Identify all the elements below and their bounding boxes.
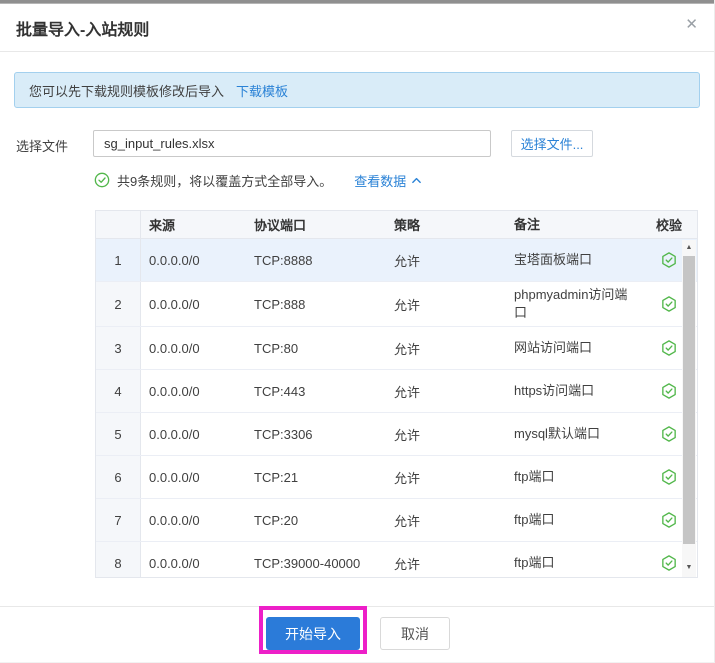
success-circle-check-icon (94, 172, 110, 188)
scroll-down-icon[interactable]: ▼ (682, 560, 696, 574)
file-picker-label: 选择文件 (16, 139, 69, 154)
table-row: 4 0.0.0.0/0 TCP:443 允许 https访问端口 (96, 370, 697, 413)
cell-policy: 允许 (386, 239, 506, 281)
row-index: 5 (96, 413, 141, 455)
table-body: 1 0.0.0.0/0 TCP:8888 允许 宝塔面板端口 2 0.0.0.0… (96, 239, 697, 577)
cell-source: 0.0.0.0/0 (149, 426, 200, 442)
valid-hexagon-check-icon (662, 340, 676, 356)
cell-remark: ftp端口 (514, 512, 555, 527)
cell-source: 0.0.0.0/0 (149, 555, 200, 571)
cell-port: TCP:20 (254, 512, 299, 528)
valid-hexagon-check-icon (662, 252, 676, 268)
table-row: 2 0.0.0.0/0 TCP:888 允许 phpmyadmin访问端口 (96, 282, 697, 327)
table-row: 5 0.0.0.0/0 TCP:3306 允许 mysql默认端口 (96, 413, 697, 456)
valid-hexagon-check-icon (662, 426, 676, 442)
download-template-link[interactable]: 下载模板 (236, 81, 288, 100)
cell-port: TCP:8888 (246, 239, 386, 281)
cell-port: TCP:21 (254, 469, 299, 485)
cell-remark: phpmyadmin访问端口 (514, 287, 628, 320)
header-port: 协议端口 (254, 218, 307, 233)
valid-hexagon-check-icon (662, 296, 676, 312)
scroll-up-icon[interactable]: ▲ (682, 240, 696, 254)
view-data-label: 查看数据 (354, 173, 407, 189)
cell-policy: 允许 (394, 341, 421, 357)
cell-remark: ftp端口 (514, 555, 555, 570)
cell-source: 0.0.0.0/0 (149, 512, 200, 528)
cancel-button[interactable]: 取消 (380, 617, 450, 650)
table-row: 6 0.0.0.0/0 TCP:21 允许 ftp端口 (96, 456, 697, 499)
cell-source: 0.0.0.0/0 (149, 296, 200, 312)
table-header-row: 来源 协议端口 策略 备注 校验 (96, 211, 697, 239)
cell-port: TCP:80 (254, 340, 299, 356)
dialog-title: 批量导入-入站规则 (16, 22, 150, 39)
cell-policy: 允许 (394, 297, 421, 313)
cell-remark: https访问端口 (514, 383, 595, 398)
cell-policy: 允许 (394, 513, 421, 529)
table-row: 3 0.0.0.0/0 TCP:80 允许 网站访问端口 (96, 327, 697, 370)
valid-hexagon-check-icon (662, 383, 676, 399)
scrollbar-thumb[interactable] (683, 256, 695, 544)
rules-preview-table: 来源 协议端口 策略 备注 校验 1 0.0.0.0/0 TCP:8888 允许… (95, 210, 698, 578)
cell-remark: ftp端口 (514, 469, 555, 484)
header-remark: 备注 (514, 216, 541, 232)
chevron-up-icon (412, 177, 422, 183)
cell-source: 0.0.0.0/0 (149, 469, 200, 485)
summary-text: 共9条规则，将以覆盖方式全部导入。 (117, 173, 333, 189)
footer-divider (0, 606, 714, 607)
header-check: 校验 (656, 218, 683, 233)
row-index: 4 (96, 370, 141, 412)
view-data-link[interactable]: 查看数据 (354, 171, 422, 190)
header-source: 来源 (149, 218, 176, 233)
cell-policy: 允许 (394, 556, 421, 572)
cell-policy: 允许 (394, 470, 421, 486)
close-icon[interactable]: ✕ (685, 16, 698, 34)
valid-hexagon-check-icon (662, 555, 676, 571)
template-hint-banner: 您可以先下载规则模板修改后导入 下载模板 (14, 72, 700, 108)
row-index: 6 (96, 456, 141, 498)
header-policy: 策略 (394, 218, 421, 233)
cell-source: 0.0.0.0/0 (141, 239, 246, 281)
table-scrollbar[interactable]: ▲ ▼ (682, 240, 696, 577)
window-edge-strip (0, 0, 714, 4)
table-row: 8 0.0.0.0/0 TCP:39000-40000 允许 ftp端口 (96, 542, 697, 577)
batch-import-dialog: 批量导入-入站规则 ✕ 您可以先下载规则模板修改后导入 下载模板 选择文件 选择… (0, 0, 715, 663)
cell-remark: 网站访问端口 (514, 340, 593, 355)
cell-source: 0.0.0.0/0 (149, 340, 200, 356)
row-index: 7 (96, 499, 141, 541)
cell-source: 0.0.0.0/0 (149, 383, 200, 399)
cell-policy: 允许 (394, 384, 421, 400)
cell-port: TCP:443 (254, 383, 306, 399)
valid-hexagon-check-icon (662, 469, 676, 485)
header-index (96, 211, 141, 238)
import-summary: 共9条规则，将以覆盖方式全部导入。 查看数据 (94, 171, 422, 189)
cell-policy: 允许 (394, 427, 421, 443)
table-row: 7 0.0.0.0/0 TCP:20 允许 ftp端口 (96, 499, 697, 542)
browse-file-button[interactable]: 选择文件... (511, 130, 593, 157)
cell-remark: 宝塔面板端口 (506, 239, 646, 281)
row-index: 2 (96, 282, 141, 326)
header-divider (0, 51, 714, 52)
row-index: 8 (96, 542, 141, 577)
start-import-button[interactable]: 开始导入 (266, 617, 360, 650)
cell-port: TCP:39000-40000 (254, 555, 361, 571)
row-index: 3 (96, 327, 141, 369)
cell-remark: mysql默认端口 (514, 426, 600, 441)
banner-message: 您可以先下载规则模板修改后导入 (29, 83, 225, 99)
cell-port: TCP:3306 (254, 426, 313, 442)
file-name-input[interactable] (93, 130, 491, 157)
row-index: 1 (96, 239, 141, 281)
table-row: 1 0.0.0.0/0 TCP:8888 允许 宝塔面板端口 (96, 239, 697, 282)
valid-hexagon-check-icon (662, 512, 676, 528)
cell-port: TCP:888 (254, 296, 306, 312)
